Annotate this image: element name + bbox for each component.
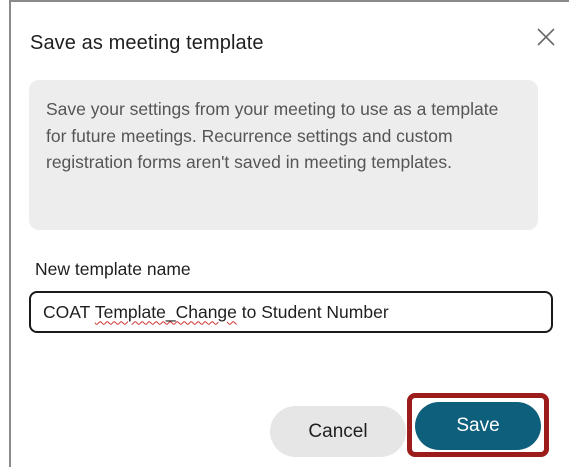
close-icon xyxy=(537,28,555,46)
save-button[interactable]: Save xyxy=(415,402,541,450)
input-value-part1: COAT xyxy=(43,301,95,322)
input-value-misspelled: Template_Change xyxy=(94,301,237,322)
screenshot-frame: Save as meeting template Save your setti… xyxy=(0,0,569,467)
info-box: Save your settings from your meeting to … xyxy=(29,80,538,230)
info-text: Save your settings from your meeting to … xyxy=(46,99,499,172)
input-value-part3: to Student Number xyxy=(236,301,389,322)
close-button[interactable] xyxy=(535,26,557,48)
cancel-button[interactable]: Cancel xyxy=(270,406,406,457)
dialog-title: Save as meeting template xyxy=(30,32,264,54)
template-name-label: New template name xyxy=(35,259,191,279)
template-name-input[interactable]: COAT Template_Change to Student Number xyxy=(29,291,553,333)
